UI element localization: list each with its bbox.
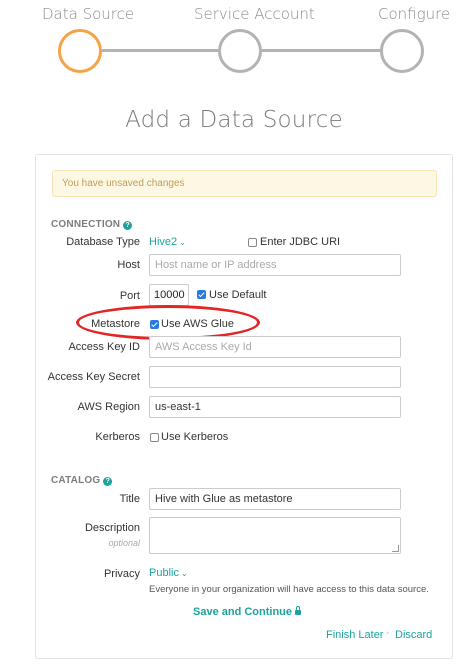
aws-region-label: AWS Region	[77, 401, 140, 413]
host-label: Host	[117, 259, 140, 271]
use-kerberos-checkbox[interactable]	[150, 433, 159, 442]
save-and-continue-label: Save and Continue	[193, 606, 293, 618]
access-key-id-placeholder: AWS Access Key Id	[155, 341, 252, 353]
resize-handle-icon[interactable]	[392, 545, 399, 552]
discard-link[interactable]: Discard	[395, 629, 432, 641]
description-optional-label: optional	[108, 538, 140, 548]
description-textarea[interactable]	[149, 517, 401, 554]
connection-header-label: CONNECTION	[51, 219, 121, 230]
chevron-down-icon: ⌄	[179, 238, 186, 247]
help-icon[interactable]: ?	[103, 477, 113, 486]
port-label: Port	[119, 290, 140, 302]
use-kerberos-label: Use Kerberos	[161, 431, 229, 443]
privacy-dropdown[interactable]: Public ⌄	[149, 567, 188, 579]
metastore-highlight-annotation	[76, 305, 260, 340]
unsaved-changes-alert: You have unsaved changes	[52, 170, 437, 197]
privacy-hint: Everyone in your organization will have …	[149, 584, 429, 595]
chevron-down-icon: ⌄	[180, 569, 188, 578]
database-type-label: Database Type	[66, 236, 140, 248]
step-label-data-source: Data Source	[42, 5, 135, 23]
step-label-configure: Configure	[378, 5, 451, 23]
lock-icon	[295, 606, 302, 615]
title-label: Title	[119, 493, 140, 505]
access-key-secret-input[interactable]	[149, 366, 401, 388]
access-key-id-input[interactable]: AWS Access Key Id	[149, 336, 401, 358]
host-input[interactable]: Host name or IP address	[149, 254, 401, 276]
privacy-value: Public	[149, 567, 179, 579]
step-circle-service-account[interactable]	[218, 29, 262, 73]
description-label: Description	[84, 522, 140, 534]
page-title: Add a Data Source	[125, 107, 343, 133]
catalog-header-label: CATALOG	[51, 475, 101, 486]
use-default-label: Use Default	[209, 289, 267, 301]
connection-header: CONNECTION?	[51, 219, 133, 230]
step-circle-configure[interactable]	[380, 29, 424, 73]
catalog-header: CATALOG?	[51, 475, 113, 486]
port-input[interactable]: 10000	[149, 284, 189, 306]
jdbc-uri-checkbox[interactable]	[248, 238, 257, 247]
step-connector-1	[102, 49, 218, 52]
access-key-id-label: Access Key ID	[68, 341, 140, 353]
step-circle-data-source[interactable]	[58, 29, 102, 73]
host-placeholder: Host name or IP address	[155, 259, 277, 271]
jdbc-uri-label: Enter JDBC URI	[260, 236, 341, 248]
save-and-continue-button[interactable]: Save and Continue	[193, 606, 302, 618]
title-input[interactable]: Hive with Glue as metastore	[149, 488, 401, 510]
step-label-service-account: Service Account	[194, 5, 315, 23]
database-type-value: Hive2	[149, 236, 178, 248]
privacy-label: Privacy	[103, 568, 140, 580]
kerberos-label: Kerberos	[95, 431, 140, 443]
step-connector-2	[262, 49, 380, 52]
use-default-checkbox[interactable]	[197, 290, 206, 299]
database-type-dropdown[interactable]: Hive2 ⌄	[149, 236, 186, 248]
footer-separator: ·	[386, 627, 390, 639]
aws-region-input[interactable]: us-east-1	[149, 396, 401, 418]
finish-later-link[interactable]: Finish Later	[326, 629, 383, 641]
help-icon[interactable]: ?	[123, 221, 133, 230]
access-key-secret-label: Access Key Secret	[47, 371, 140, 383]
